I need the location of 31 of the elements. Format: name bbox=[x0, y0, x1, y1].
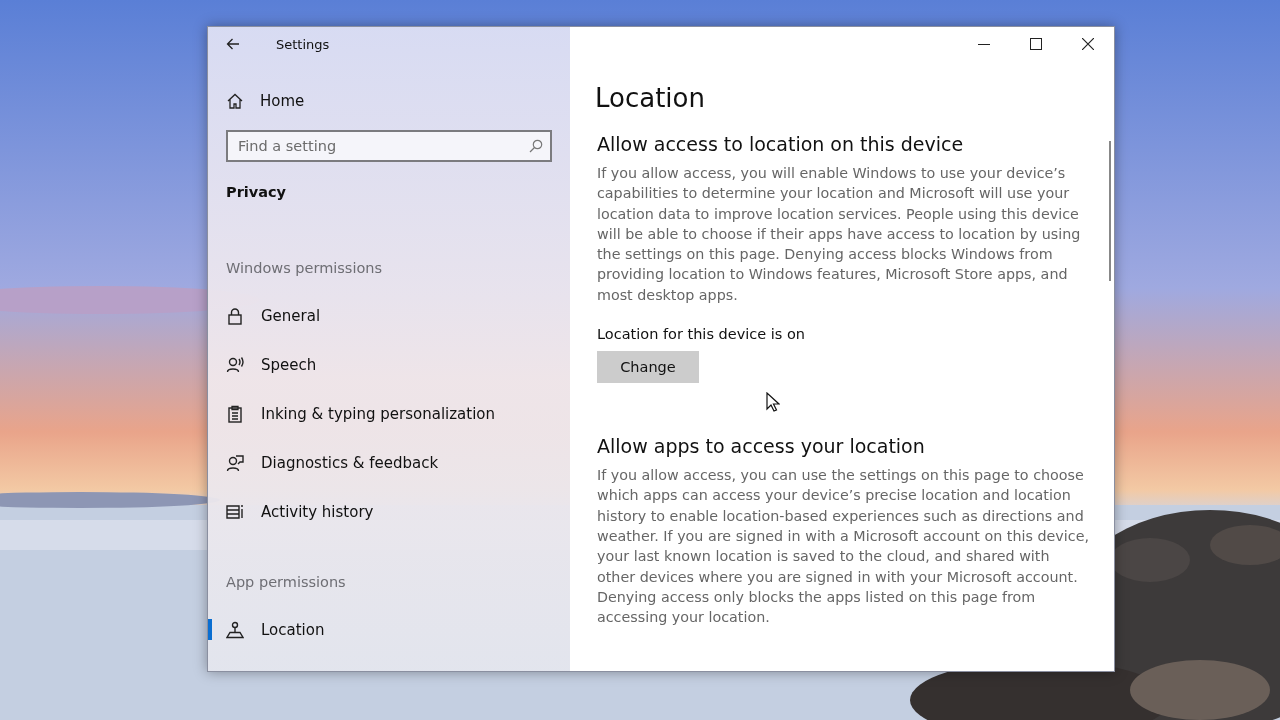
search-field[interactable]: Find a setting bbox=[226, 130, 552, 162]
nav-item[interactable]: General bbox=[208, 291, 570, 340]
section-title: Privacy bbox=[225, 184, 287, 200]
nav-item[interactable]: Location bbox=[208, 605, 570, 654]
nav-item[interactable]: Activity history bbox=[208, 487, 570, 536]
scrollbar[interactable] bbox=[1109, 141, 1111, 281]
nav-icon bbox=[226, 306, 244, 325]
nav-icon bbox=[226, 620, 244, 639]
nav-item[interactable]: Speech bbox=[208, 340, 570, 389]
window-title: Settings bbox=[276, 36, 330, 52]
nav-icon bbox=[226, 502, 244, 521]
nav-icon bbox=[226, 453, 244, 472]
home-icon bbox=[227, 93, 243, 109]
section-heading: Allow access to location on this device bbox=[597, 133, 964, 155]
description-text: If you allow access, you can use the settings on this page to choose which apps can access your device’s precise location and location history to enable location-based experiences such as directions and weather. If you are signed in with a Microsoft account on this device, your last known location is saved to the cloud, and shared with other devices where you are signed in with your Microsoft account. Denying access only blocks the apps listed on this page from accessing your location. bbox=[597, 466, 1090, 628]
section-heading: Allow apps to access your location bbox=[597, 435, 925, 458]
selection-indicator bbox=[208, 619, 212, 640]
search-icon bbox=[529, 139, 543, 153]
home-link[interactable]: Home bbox=[208, 92, 305, 110]
change-button[interactable]: Change bbox=[597, 351, 699, 384]
nav-item[interactable]: Diagnostics & feedback bbox=[208, 438, 570, 487]
description-text: If you allow access, you will enable Windows to use your device’s capabilities to determine your location and Microsoft will use your location data to improve location services. People using this device will be able to choose if their apps have access to location by using the settings on this page. Denying access blocks Windows from providing location to Windows features, Microsoft Store apps, and most desktop apps. bbox=[597, 164, 1082, 305]
group-heading: Windows permissions bbox=[225, 260, 383, 276]
group-heading: App permissions bbox=[225, 574, 346, 590]
back-icon[interactable] bbox=[226, 38, 240, 50]
cursor-icon bbox=[766, 392, 780, 412]
status-text: Location for this device is on bbox=[597, 326, 806, 343]
nav-icon bbox=[226, 404, 244, 423]
page-title: Location bbox=[595, 83, 705, 113]
nav-item[interactable]: Inking & typing personalization bbox=[208, 389, 570, 438]
nav-icon bbox=[226, 355, 244, 374]
